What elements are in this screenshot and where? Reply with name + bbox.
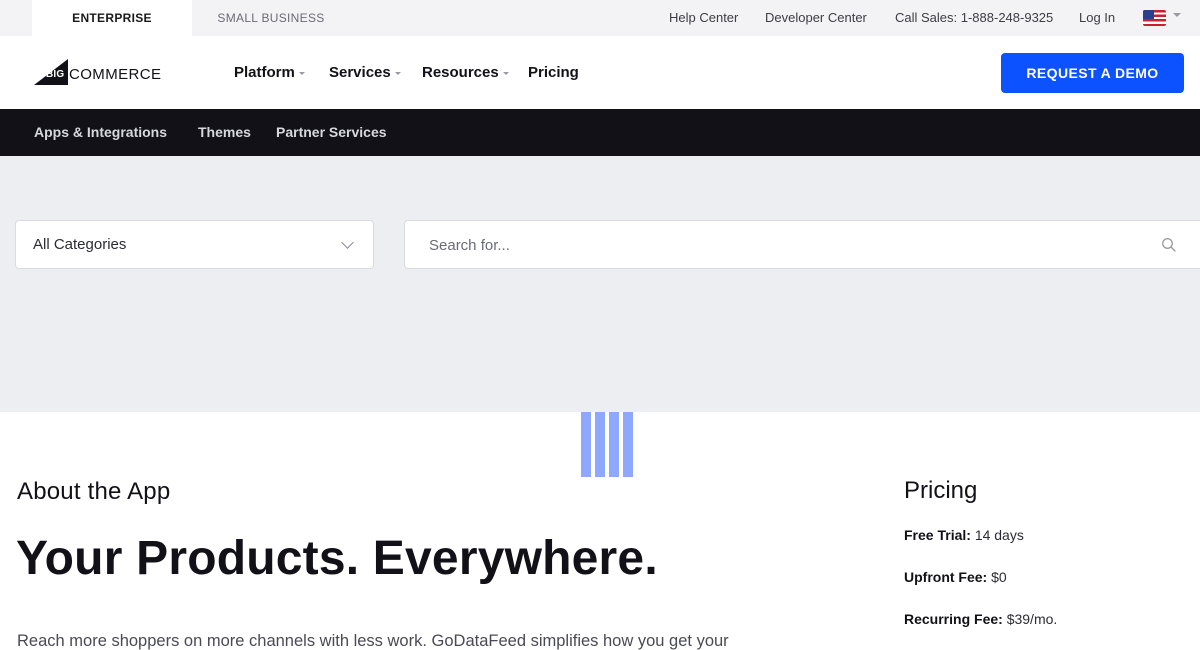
search-input[interactable] [429,233,1129,257]
loader-bar [623,412,633,477]
recurring-fee-value: $39/mo. [1006,611,1058,627]
utility-bar: ENTERPRISE SMALL BUSINESS Help Center De… [0,0,1200,36]
logo-commerce-text: COMMERCE [69,66,162,83]
recurring-fee-row: Recurring Fee: $39/mo. [904,611,1057,627]
caret-down-icon [502,71,509,75]
nav-pricing[interactable]: Pricing [528,36,579,109]
recurring-fee-label: Recurring Fee: [904,611,1003,627]
app-description: Reach more shoppers on more channels wit… [17,632,729,650]
us-flag-icon[interactable] [1143,10,1166,26]
bigcommerce-logo[interactable]: BIG COMMERCE [34,56,174,88]
upfront-fee-label: Upfront Fee: [904,569,988,585]
tab-enterprise[interactable]: ENTERPRISE [32,0,192,36]
tab-small-business[interactable]: SMALL BUSINESS [196,0,346,36]
app-hero-title: Your Products. Everywhere. [16,532,658,585]
loader-bar [595,412,605,477]
search-box[interactable] [404,220,1200,269]
log-in-link[interactable]: Log In [1079,0,1115,36]
about-app-heading: About the App [17,478,171,505]
free-trial-label: Free Trial: [904,527,971,543]
caret-down-icon [298,71,305,75]
nav-platform[interactable]: Platform [234,36,305,109]
loading-indicator [581,412,635,477]
upfront-fee-row: Upfront Fee: $0 [904,569,1007,585]
marketplace-subnav: Apps & Integrations Themes Partner Servi… [0,109,1200,156]
nav-resources-label: Resources [422,64,499,81]
subnav-themes[interactable]: Themes [198,109,251,156]
nav-platform-label: Platform [234,64,295,81]
subnav-apps-integrations[interactable]: Apps & Integrations [34,109,167,156]
category-select[interactable]: All Categories [15,220,374,269]
developer-center-link[interactable]: Developer Center [765,0,867,36]
search-icon[interactable] [1161,237,1177,253]
free-trial-row: Free Trial: 14 days [904,527,1024,543]
search-section: All Categories [0,156,1200,412]
category-select-value: All Categories [33,236,127,253]
nav-services-label: Services [329,64,391,81]
caret-down-icon [394,71,401,75]
chevron-down-icon [341,236,354,249]
chevron-down-icon[interactable] [1173,13,1181,17]
help-center-link[interactable]: Help Center [669,0,738,36]
pricing-heading: Pricing [904,477,978,504]
nav-pricing-label: Pricing [528,64,579,81]
nav-resources[interactable]: Resources [422,36,509,109]
logo-big-text: BIG [46,69,65,80]
free-trial-value: 14 days [974,527,1024,543]
call-sales-link[interactable]: Call Sales: 1-888-248-9325 [895,0,1053,36]
loader-bar [609,412,619,477]
nav-services[interactable]: Services [329,36,401,109]
main-header: BIG COMMERCE Platform Services Resources… [0,36,1200,109]
request-demo-button[interactable]: REQUEST A DEMO [1001,53,1184,93]
upfront-fee-value: $0 [991,569,1007,585]
flag-canton [1143,10,1154,19]
loader-bar [581,412,591,477]
subnav-partner-services[interactable]: Partner Services [276,109,387,156]
